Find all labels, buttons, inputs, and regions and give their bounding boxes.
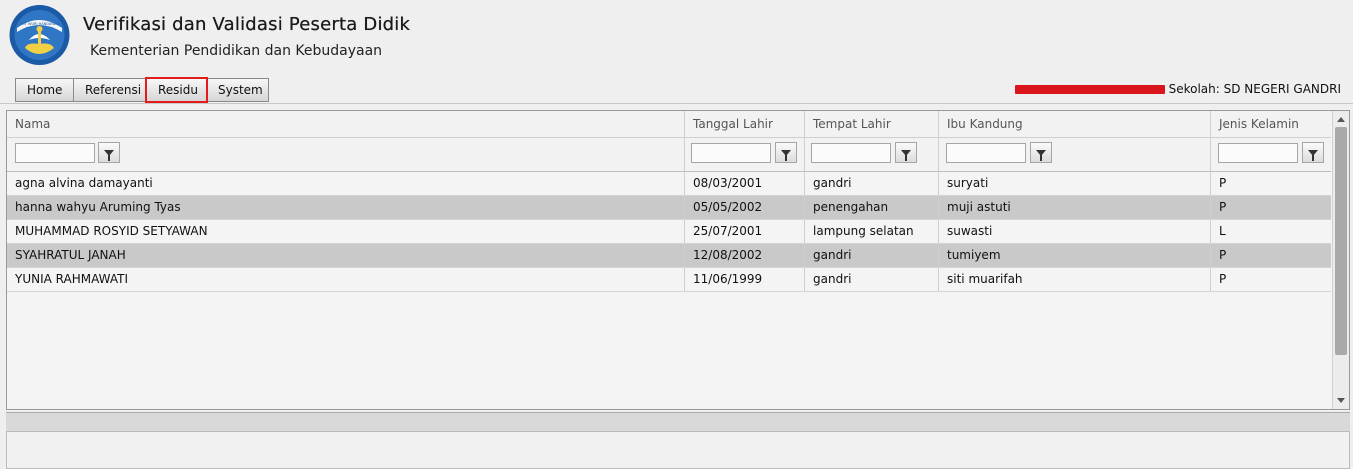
cell-tempat-lahir: gandri xyxy=(805,268,939,291)
main-nav: Home Referensi Residu System xyxy=(15,77,269,103)
cell-nama: YUNIA RAHMAWATI xyxy=(7,268,685,291)
filter-input-nama[interactable] xyxy=(15,143,95,163)
filter-input-jenis-kelamin[interactable] xyxy=(1218,143,1298,163)
column-header-tempat-lahir[interactable]: Tempat Lahir xyxy=(805,111,939,137)
cell-tempat-lahir: gandri xyxy=(805,172,939,195)
student-table: Nama Tanggal Lahir Tempat Lahir Ibu Kand… xyxy=(6,110,1350,410)
filter-icon xyxy=(781,149,791,161)
column-header-nama[interactable]: Nama xyxy=(7,111,685,137)
nav-system-button[interactable]: System xyxy=(206,78,269,102)
column-header-jenis-kelamin[interactable]: Jenis Kelamin xyxy=(1211,111,1331,137)
cell-tanggal-lahir: 12/08/2002 xyxy=(685,244,805,267)
user-info: Sekolah: SD NEGERI GANDRI xyxy=(1014,82,1341,96)
header-divider xyxy=(0,103,1353,104)
cell-ibu-kandung: tumiyem xyxy=(939,244,1211,267)
vertical-scrollbar[interactable] xyxy=(1332,111,1349,409)
filter-button-tanggal-lahir[interactable] xyxy=(775,142,797,163)
cell-ibu-kandung: siti muarifah xyxy=(939,268,1211,291)
filter-input-ibu-kandung[interactable] xyxy=(946,143,1026,163)
cell-jenis-kelamin: P xyxy=(1219,272,1227,286)
cell-tempat-lahir: gandri xyxy=(805,244,939,267)
school-label: Sekolah: SD NEGERI GANDRI xyxy=(1168,82,1341,96)
nav-referensi-button[interactable]: Referensi xyxy=(73,78,147,102)
cell-tanggal-lahir: 08/03/2001 xyxy=(685,172,805,195)
cell-jenis-kelamin: P xyxy=(1219,176,1227,190)
table-row[interactable]: YUNIA RAHMAWATI 11/06/1999 gandri siti m… xyxy=(7,268,1331,292)
cell-jenis-kelamin: P xyxy=(1219,200,1227,214)
cell-jenis-kelamin: L xyxy=(1219,224,1226,238)
table-filter-row xyxy=(7,138,1331,172)
cell-ibu-kandung: muji astuti xyxy=(939,196,1211,219)
app-header: TUT WURI HANDAYANI Verifikasi dan Valida… xyxy=(0,0,1353,74)
nav-home-button[interactable]: Home xyxy=(15,78,74,102)
table-row[interactable]: MUHAMMAD ROSYID SETYAWAN 25/07/2001 lamp… xyxy=(7,220,1331,244)
filter-button-nama[interactable] xyxy=(98,142,120,163)
filter-cell-tempat-lahir xyxy=(805,138,939,171)
cell-tanggal-lahir: 11/06/1999 xyxy=(685,268,805,291)
cell-nama: MUHAMMAD ROSYID SETYAWAN xyxy=(7,220,685,243)
redacted-email xyxy=(1014,84,1165,94)
filter-icon xyxy=(104,149,114,161)
filter-button-tempat-lahir[interactable] xyxy=(895,142,917,163)
filter-cell-nama xyxy=(7,138,685,171)
column-header-ibu-kandung[interactable]: Ibu Kandung xyxy=(939,111,1211,137)
nav-residu-button[interactable]: Residu xyxy=(145,77,208,103)
cell-tempat-lahir: penengahan xyxy=(805,196,939,219)
tut-wuri-handayani-logo: TUT WURI HANDAYANI xyxy=(9,5,70,65)
cell-nama: hanna wahyu Aruming Tyas xyxy=(7,196,685,219)
table-row[interactable]: hanna wahyu Aruming Tyas 05/05/2002 pene… xyxy=(7,196,1331,220)
scroll-down-icon[interactable] xyxy=(1337,398,1345,403)
cell-jenis-kelamin: P xyxy=(1219,248,1227,262)
filter-input-tanggal-lahir[interactable] xyxy=(691,143,771,163)
scroll-up-icon[interactable] xyxy=(1337,117,1345,122)
filter-button-ibu-kandung[interactable] xyxy=(1030,142,1052,163)
filter-icon xyxy=(901,149,911,161)
cell-ibu-kandung: suwasti xyxy=(939,220,1211,243)
cell-ibu-kandung: suryati xyxy=(939,172,1211,195)
cell-tanggal-lahir: 05/05/2002 xyxy=(685,196,805,219)
table-row[interactable]: agna alvina damayanti 08/03/2001 gandri … xyxy=(7,172,1331,196)
column-header-tanggal-lahir[interactable]: Tanggal Lahir xyxy=(685,111,805,137)
filter-cell-tanggal-lahir xyxy=(685,138,805,171)
panel-splitter[interactable] xyxy=(6,412,1350,431)
app-title: Verifikasi dan Validasi Peserta Didik xyxy=(83,14,411,35)
cell-tempat-lahir: lampung selatan xyxy=(805,220,939,243)
table-header-row: Nama Tanggal Lahir Tempat Lahir Ibu Kand… xyxy=(7,111,1331,138)
detail-panel xyxy=(6,431,1350,469)
filter-icon xyxy=(1036,149,1046,161)
logo-text: TUT WURI HANDAYANI xyxy=(19,22,59,26)
filter-button-jenis-kelamin[interactable] xyxy=(1302,142,1324,163)
filter-cell-ibu-kandung xyxy=(939,138,1211,171)
cell-nama: SYAHRATUL JANAH xyxy=(7,244,685,267)
filter-input-tempat-lahir[interactable] xyxy=(811,143,891,163)
filter-icon xyxy=(1308,149,1318,161)
scrollbar-thumb[interactable] xyxy=(1335,127,1347,355)
app-subtitle: Kementerian Pendidikan dan Kebudayaan xyxy=(90,43,383,59)
cell-nama: agna alvina damayanti xyxy=(7,172,685,195)
table-row[interactable]: SYAHRATUL JANAH 12/08/2002 gandri tumiye… xyxy=(7,244,1331,268)
cell-tanggal-lahir: 25/07/2001 xyxy=(685,220,805,243)
filter-cell-jenis-kelamin xyxy=(1211,138,1331,171)
